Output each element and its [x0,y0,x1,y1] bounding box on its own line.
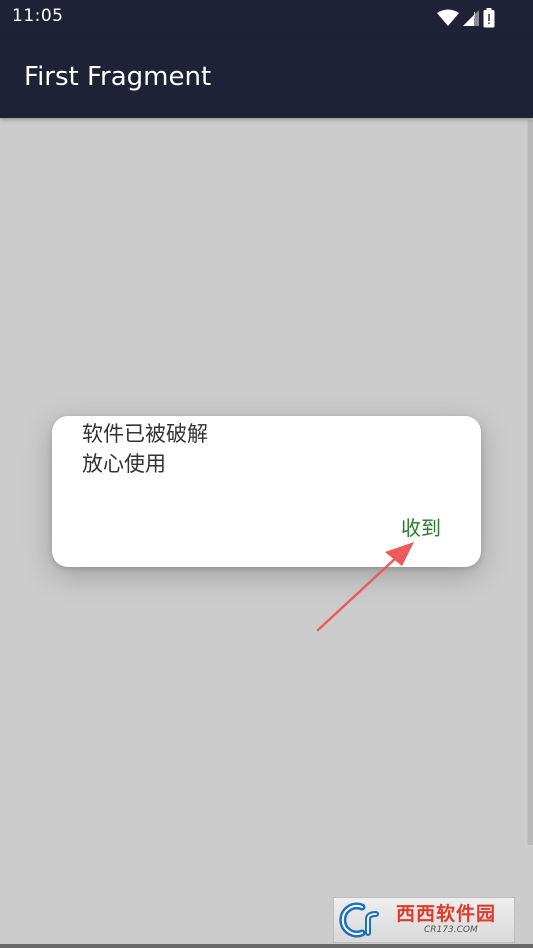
watermark-subtext: CR173.COM [424,925,478,935]
dialog-message-line-2: 放心使用 [82,452,166,476]
dialog-message: 软件已被破解 放心使用 [82,419,208,479]
watermark-text: 西西软件园 [396,903,497,925]
bottom-edge [0,944,533,948]
watermark-cr-logo-icon [339,902,379,938]
watermark-text-group: 西西软件园 CR173.COM [396,905,496,935]
watermark-logo: 西西软件园 CR173.COM [333,897,515,943]
screen: 11:05 ! First Fragment 软件已被破解 放心使用 收到 西西… [0,0,533,948]
dialog-message-line-1: 软件已被破解 [82,422,208,446]
alert-dialog: 软件已被破解 放心使用 收到 [52,416,481,567]
confirm-button[interactable]: 收到 [397,510,445,543]
